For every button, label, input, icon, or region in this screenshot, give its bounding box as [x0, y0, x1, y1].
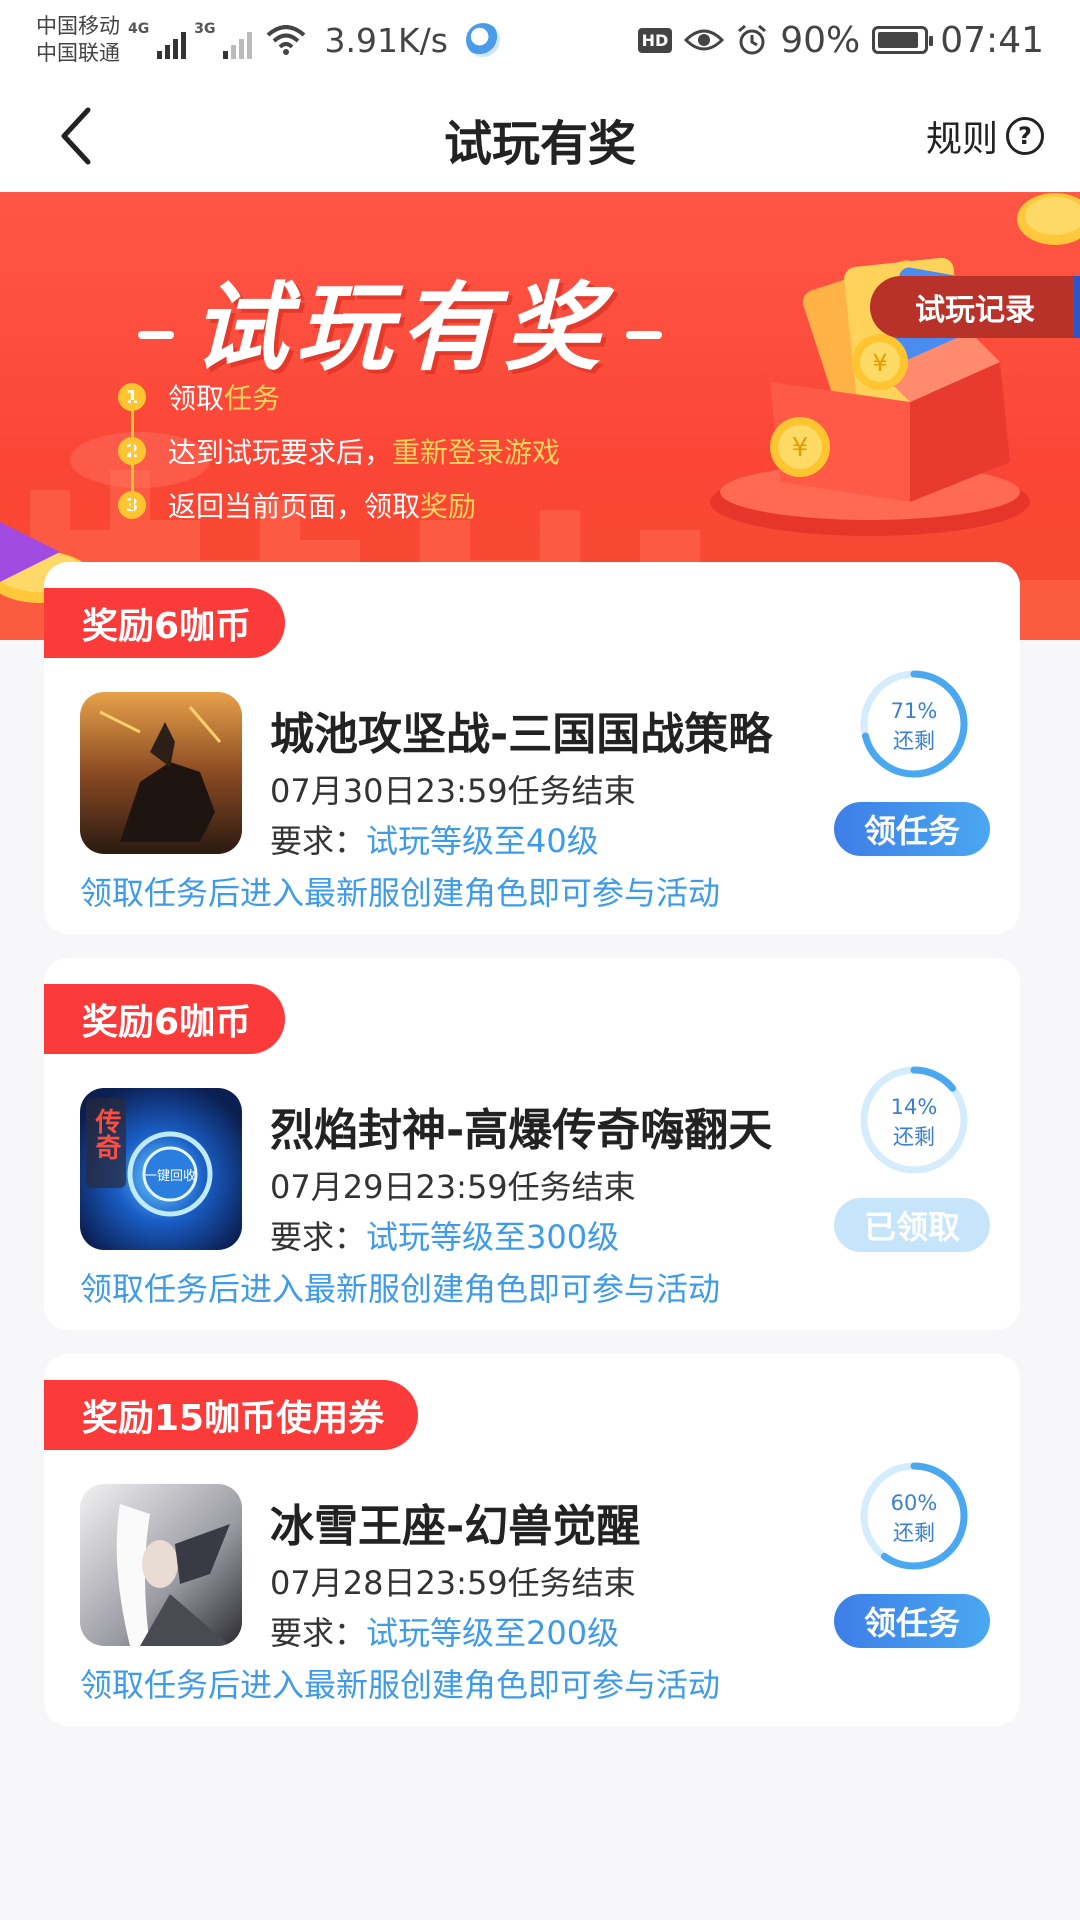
step-highlight: 奖励	[420, 490, 477, 523]
task-card: 奖励6咖币 城池攻坚战-三国国战策略 07月30日23:59任务结束 要求：试玩…	[44, 562, 1020, 934]
svg-text:¥: ¥	[872, 349, 887, 377]
game-title[interactable]: 冰雪王座-幻兽觉醒	[270, 1490, 640, 1554]
game-title[interactable]: 烈焰封神-高爆传奇嗨翻天	[270, 1094, 772, 1158]
step-text: 领取	[168, 382, 225, 415]
requirement-label: 要求：	[270, 1614, 367, 1652]
status-right: HD 90% 07:41	[637, 19, 1044, 61]
step-2: 2 达到试玩要求后，重新登录游戏	[118, 424, 560, 478]
banner-title: 试玩有奖	[120, 250, 680, 389]
steps-list: 1 领取任务 2 达到试玩要求后，重新登录游戏 3 返回当前页面，领取奖励	[118, 370, 560, 532]
remaining-label: 还剩	[893, 729, 935, 753]
dash-left	[138, 330, 174, 339]
game-title[interactable]: 城池攻坚战-三国国战策略	[270, 698, 772, 762]
app-notification-icon	[465, 23, 500, 57]
signal-1-icon	[157, 29, 187, 59]
page-title: 试玩有奖	[443, 116, 636, 172]
requirement-value: 试玩等级至40级	[366, 822, 599, 860]
step-text: 返回当前页面，领取	[168, 490, 421, 523]
battery-percent: 90%	[780, 19, 861, 61]
game-icon[interactable]	[80, 692, 242, 854]
step-text: 达到试玩要求后，	[168, 436, 393, 469]
step-highlight: 重新登录游戏	[392, 436, 561, 469]
step-highlight: 任务	[224, 382, 281, 415]
remaining-percent: 14%	[890, 1095, 938, 1119]
task-requirement: 要求：试玩等级至300级	[270, 1212, 619, 1258]
svg-text:¥: ¥	[792, 433, 809, 463]
question-icon: ?	[1006, 117, 1044, 155]
signal-group: 4G 3G	[128, 21, 253, 59]
hd-icon: HD	[637, 27, 673, 53]
claimed-button[interactable]: 已领取	[834, 1198, 990, 1252]
task-deadline: 07月29日23:59任务结束	[270, 1168, 636, 1206]
nav-bar: 试玩有奖 规则 ?	[0, 80, 1080, 192]
network-type-2: 3G	[194, 21, 216, 37]
requirement-value: 试玩等级至300级	[366, 1218, 620, 1256]
signal-2-icon	[223, 29, 253, 59]
remaining-progress-ring: 60% 还剩	[858, 1460, 970, 1572]
remaining-label: 还剩	[893, 1125, 935, 1149]
alarm-icon	[738, 24, 767, 55]
network-type-1: 4G	[128, 21, 150, 37]
clock: 07:41	[940, 19, 1044, 61]
step-3: 3 返回当前页面，领取奖励	[118, 478, 560, 532]
reward-ribbon: 奖励15咖币使用券	[44, 1380, 419, 1450]
carriers: 中国移动 中国联通	[36, 13, 120, 67]
claim-task-button[interactable]: 领任务	[834, 802, 990, 856]
remaining-percent: 60%	[890, 1491, 938, 1515]
remaining-text: 71% 还剩	[858, 696, 970, 756]
step-1: 1 领取 任务	[118, 370, 560, 424]
icon-text-1: 传奇	[91, 1108, 122, 1160]
gift-box-illustration: ¥ ¥	[710, 257, 1030, 536]
requirement-label: 要求：	[270, 1218, 367, 1256]
rules-label: 规则	[925, 119, 998, 160]
eye-icon	[684, 29, 725, 51]
remaining-progress-ring: 14% 还剩	[858, 1064, 970, 1176]
task-note: 领取任务后进入最新服创建角色即可参与活动	[80, 874, 721, 912]
reward-ribbon: 奖励6咖币	[44, 588, 286, 658]
remaining-label: 还剩	[893, 1521, 935, 1545]
remaining-progress-ring: 71% 还剩	[858, 668, 970, 780]
task-deadline: 07月28日23:59任务结束	[270, 1564, 636, 1602]
task-note: 领取任务后进入最新服创建角色即可参与活动	[80, 1666, 721, 1704]
carrier-2: 中国联通	[36, 41, 120, 65]
rules-button[interactable]: 规则 ?	[926, 110, 1044, 162]
reward-ribbon: 奖励6咖币	[44, 984, 286, 1054]
dash-right	[626, 330, 662, 339]
game-icon[interactable]: 传奇 一键回收	[80, 1088, 242, 1250]
task-requirement: 要求：试玩等级至40级	[270, 816, 599, 862]
trial-record-button[interactable]: 试玩记录	[870, 276, 1080, 338]
remaining-text: 60% 还剩	[858, 1488, 970, 1548]
task-requirement: 要求：试玩等级至200级	[270, 1608, 619, 1654]
task-note: 领取任务后进入最新服创建角色即可参与活动	[80, 1270, 721, 1308]
screen: 中国移动 中国联通 4G 3G 3.91K/s HD 90% 07:41 试玩有…	[0, 0, 1080, 1920]
game-icon[interactable]	[80, 1484, 242, 1646]
battery-icon	[872, 26, 934, 54]
requirement-value: 试玩等级至200级	[366, 1614, 620, 1652]
banner-title-text: 试玩有奖	[192, 272, 608, 384]
status-bar: 中国移动 中国联通 4G 3G 3.91K/s HD 90% 07:41	[0, 0, 1080, 80]
wifi-icon	[267, 25, 306, 55]
task-card: 奖励15咖币使用券 冰雪王座-幻兽觉醒 07月28日23:59任务结束 要求：试…	[44, 1354, 1020, 1726]
task-deadline: 07月30日23:59任务结束	[270, 772, 636, 810]
requirement-label: 要求：	[270, 822, 367, 860]
remaining-text: 14% 还剩	[858, 1092, 970, 1152]
task-card: 奖励6咖币 传奇 一键回收 烈焰封神-高爆传奇嗨翻天 07月29日23:59任务…	[44, 958, 1020, 1330]
steps-connector	[131, 400, 134, 510]
icon-text-2: 一键回收	[144, 1169, 196, 1184]
carrier-1: 中国移动	[36, 14, 120, 38]
claim-task-button[interactable]: 领任务	[834, 1594, 990, 1648]
remaining-percent: 71%	[890, 699, 938, 723]
network-speed: 3.91K/s	[324, 20, 448, 60]
